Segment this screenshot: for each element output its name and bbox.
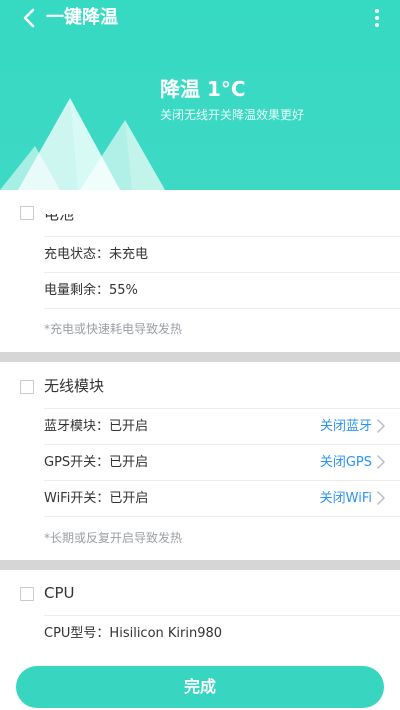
chevron-right-icon[interactable] xyxy=(376,455,386,469)
more-options-icon[interactable] xyxy=(368,6,386,30)
wireless-section-icon xyxy=(20,380,34,394)
ice-mountain-icon xyxy=(0,98,165,190)
gps-row: GPS开关：已开启 关闭GPS xyxy=(44,444,400,481)
content: 电池 充电状态：未充电 电量剩余：55% *充电或快速耗电导致发热 无线模块 蓝… xyxy=(0,190,400,710)
cpu-model-label: CPU型号：Hisilicon Kirin980 xyxy=(44,626,223,641)
section-divider xyxy=(0,352,400,362)
wifi-row: WiFi开关：已开启 关闭WiFi xyxy=(44,480,400,517)
close-wifi-button[interactable]: 关闭WiFi xyxy=(320,490,372,508)
section-divider xyxy=(0,560,400,570)
temperature-drop-text: 降温 1°C xyxy=(160,77,246,101)
close-bluetooth-button[interactable]: 关闭蓝牙 xyxy=(320,418,372,436)
battery-section-title: 电池 xyxy=(44,205,75,223)
header: 一键降温 降温 1°C 关闭无线开关降温效果更好 xyxy=(0,0,400,190)
gps-status-label: GPS开关：已开启 xyxy=(44,455,149,470)
close-gps-button[interactable]: 关闭GPS xyxy=(320,454,372,472)
footer: 完成 xyxy=(0,660,400,710)
bluetooth-row: 蓝牙模块：已开启 关闭蓝牙 xyxy=(44,408,400,445)
battery-row-charging: 充电状态：未充电 xyxy=(44,236,400,273)
wifi-status-label: WiFi开关：已开启 xyxy=(44,491,149,506)
battery-row-level: 电量剩余：55% xyxy=(44,272,400,309)
battery-section-icon xyxy=(20,206,34,220)
bluetooth-status-label: 蓝牙模块：已开启 xyxy=(44,419,149,434)
chevron-right-icon[interactable] xyxy=(376,419,386,433)
cpu-model-row: CPU型号：Hisilicon Kirin980 xyxy=(44,615,400,652)
wireless-section-title: 无线模块 xyxy=(44,377,105,395)
wireless-note: *长期或反复开启导致发热 xyxy=(44,531,183,545)
back-arrow-icon[interactable] xyxy=(18,6,42,30)
battery-level-label: 电量剩余：55% xyxy=(44,283,138,298)
chevron-right-icon[interactable] xyxy=(376,491,386,505)
cpu-section-icon xyxy=(20,587,34,601)
charging-status-label: 充电状态：未充电 xyxy=(44,247,149,262)
page-title: 一键降温 xyxy=(46,7,118,28)
top-bar: 一键降温 xyxy=(0,0,400,36)
cpu-section-title: CPU xyxy=(44,584,75,602)
cooling-hint: 关闭无线开关降温效果更好 xyxy=(160,108,305,122)
battery-note: *充电或快速耗电导致发热 xyxy=(44,322,183,336)
done-button[interactable]: 完成 xyxy=(16,666,384,708)
